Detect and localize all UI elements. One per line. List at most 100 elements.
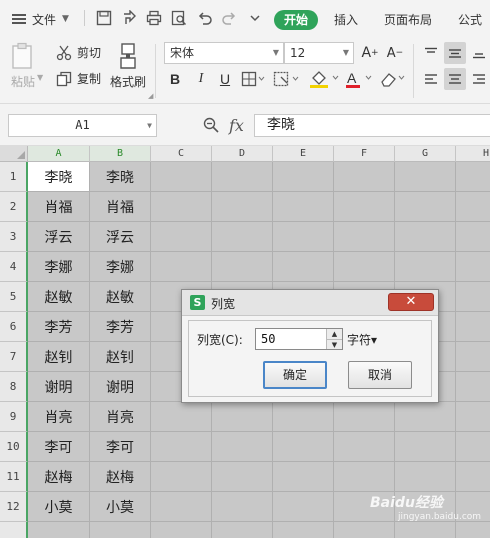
- row-header[interactable]: 4: [0, 252, 28, 282]
- cell[interactable]: [395, 192, 456, 222]
- cell[interactable]: [151, 162, 212, 192]
- cell[interactable]: [151, 192, 212, 222]
- align-center-icon[interactable]: [444, 68, 466, 90]
- cell[interactable]: [212, 192, 273, 222]
- cell[interactable]: 肖福: [28, 192, 90, 222]
- align-bottom-icon[interactable]: [468, 42, 490, 64]
- column-header-f[interactable]: F: [334, 146, 395, 162]
- column-header-e[interactable]: E: [273, 146, 334, 162]
- cell[interactable]: [395, 432, 456, 462]
- row-header[interactable]: 8: [0, 372, 28, 402]
- cell[interactable]: 赵梅: [90, 462, 151, 492]
- redo-icon[interactable]: [220, 9, 238, 27]
- cell[interactable]: [151, 252, 212, 282]
- cell[interactable]: [273, 432, 334, 462]
- cell[interactable]: [151, 222, 212, 252]
- column-header-g[interactable]: G: [395, 146, 456, 162]
- name-box[interactable]: A1 ▼: [8, 114, 157, 137]
- cell[interactable]: 浮云: [90, 222, 151, 252]
- underline-button[interactable]: U: [216, 68, 234, 90]
- select-all-corner[interactable]: [0, 146, 28, 162]
- cell[interactable]: 小莫: [28, 492, 90, 522]
- column-header-a[interactable]: A: [28, 146, 90, 162]
- cell[interactable]: 赵敏: [28, 282, 90, 312]
- cell[interactable]: [273, 162, 334, 192]
- cell[interactable]: [273, 402, 334, 432]
- tab-insert[interactable]: 插入: [334, 10, 358, 30]
- ok-button[interactable]: 确定: [263, 361, 327, 389]
- cell[interactable]: [90, 522, 151, 538]
- format-painter-button[interactable]: 格式刷: [110, 42, 146, 90]
- spin-up-icon[interactable]: ▲: [326, 329, 342, 339]
- cell[interactable]: [456, 432, 490, 462]
- cell[interactable]: 赵钊: [28, 342, 90, 372]
- cell[interactable]: [212, 522, 273, 538]
- row-header[interactable]: 12: [0, 492, 28, 522]
- file-menu[interactable]: 文件 ▼: [12, 9, 69, 29]
- unit-dropdown[interactable]: 字符▾: [347, 331, 377, 348]
- column-header-b[interactable]: B: [90, 146, 151, 162]
- cell[interactable]: [151, 462, 212, 492]
- cell[interactable]: [456, 162, 490, 192]
- cell[interactable]: [273, 522, 334, 538]
- cell[interactable]: [212, 432, 273, 462]
- row-header[interactable]: 2: [0, 192, 28, 222]
- font-color-button[interactable]: A: [344, 68, 376, 90]
- cell[interactable]: [395, 522, 456, 538]
- row-header[interactable]: 3: [0, 222, 28, 252]
- cell[interactable]: 李晓: [28, 162, 90, 192]
- cell[interactable]: [456, 192, 490, 222]
- cell[interactable]: [334, 522, 395, 538]
- cell[interactable]: 肖亮: [90, 402, 151, 432]
- align-right-icon[interactable]: [468, 68, 490, 90]
- tab-formula[interactable]: 公式: [458, 10, 482, 30]
- cell[interactable]: [334, 252, 395, 282]
- cell[interactable]: 肖亮: [28, 402, 90, 432]
- row-header[interactable]: 10: [0, 432, 28, 462]
- copy-button[interactable]: 复制: [56, 70, 101, 87]
- cell[interactable]: [334, 162, 395, 192]
- bold-button[interactable]: B: [166, 68, 184, 90]
- cell[interactable]: [456, 372, 490, 402]
- cell[interactable]: [28, 522, 90, 538]
- cancel-button[interactable]: 取消: [348, 361, 412, 389]
- cell[interactable]: 赵敏: [90, 282, 151, 312]
- font-name-select[interactable]: 宋体 ▼: [164, 42, 284, 64]
- cell-style-button[interactable]: [272, 68, 302, 90]
- cell[interactable]: 李晓: [90, 162, 151, 192]
- cell[interactable]: 谢明: [90, 372, 151, 402]
- align-left-icon[interactable]: [420, 68, 442, 90]
- cell[interactable]: 李可: [28, 432, 90, 462]
- close-button[interactable]: ✕: [388, 293, 434, 311]
- zoom-icon[interactable]: [203, 117, 219, 136]
- cell[interactable]: [212, 252, 273, 282]
- formula-input[interactable]: 李晓: [254, 114, 490, 137]
- cell[interactable]: [273, 492, 334, 522]
- row-header[interactable]: 7: [0, 342, 28, 372]
- cell[interactable]: [456, 522, 490, 538]
- cell[interactable]: 浮云: [28, 222, 90, 252]
- cell[interactable]: [151, 402, 212, 432]
- cell[interactable]: 李可: [90, 432, 151, 462]
- export-icon[interactable]: [120, 9, 138, 27]
- cell[interactable]: [456, 342, 490, 372]
- cell[interactable]: 赵钊: [90, 342, 151, 372]
- tab-home[interactable]: 开始: [274, 10, 318, 30]
- cell[interactable]: [151, 492, 212, 522]
- cell[interactable]: [395, 402, 456, 432]
- tab-page-layout[interactable]: 页面布局: [384, 10, 432, 30]
- row-header[interactable]: 6: [0, 312, 28, 342]
- cell[interactable]: [395, 162, 456, 192]
- row-header[interactable]: 1: [0, 162, 28, 192]
- clear-format-button[interactable]: [378, 68, 408, 90]
- save-icon[interactable]: [95, 9, 113, 27]
- cell[interactable]: [334, 222, 395, 252]
- cell[interactable]: [212, 402, 273, 432]
- shrink-font-icon[interactable]: A −: [385, 42, 405, 64]
- row-header[interactable]: 9: [0, 402, 28, 432]
- cell[interactable]: [273, 222, 334, 252]
- cell[interactable]: [334, 402, 395, 432]
- undo-icon[interactable]: [196, 9, 214, 27]
- cell[interactable]: [395, 252, 456, 282]
- italic-button[interactable]: I: [192, 68, 210, 90]
